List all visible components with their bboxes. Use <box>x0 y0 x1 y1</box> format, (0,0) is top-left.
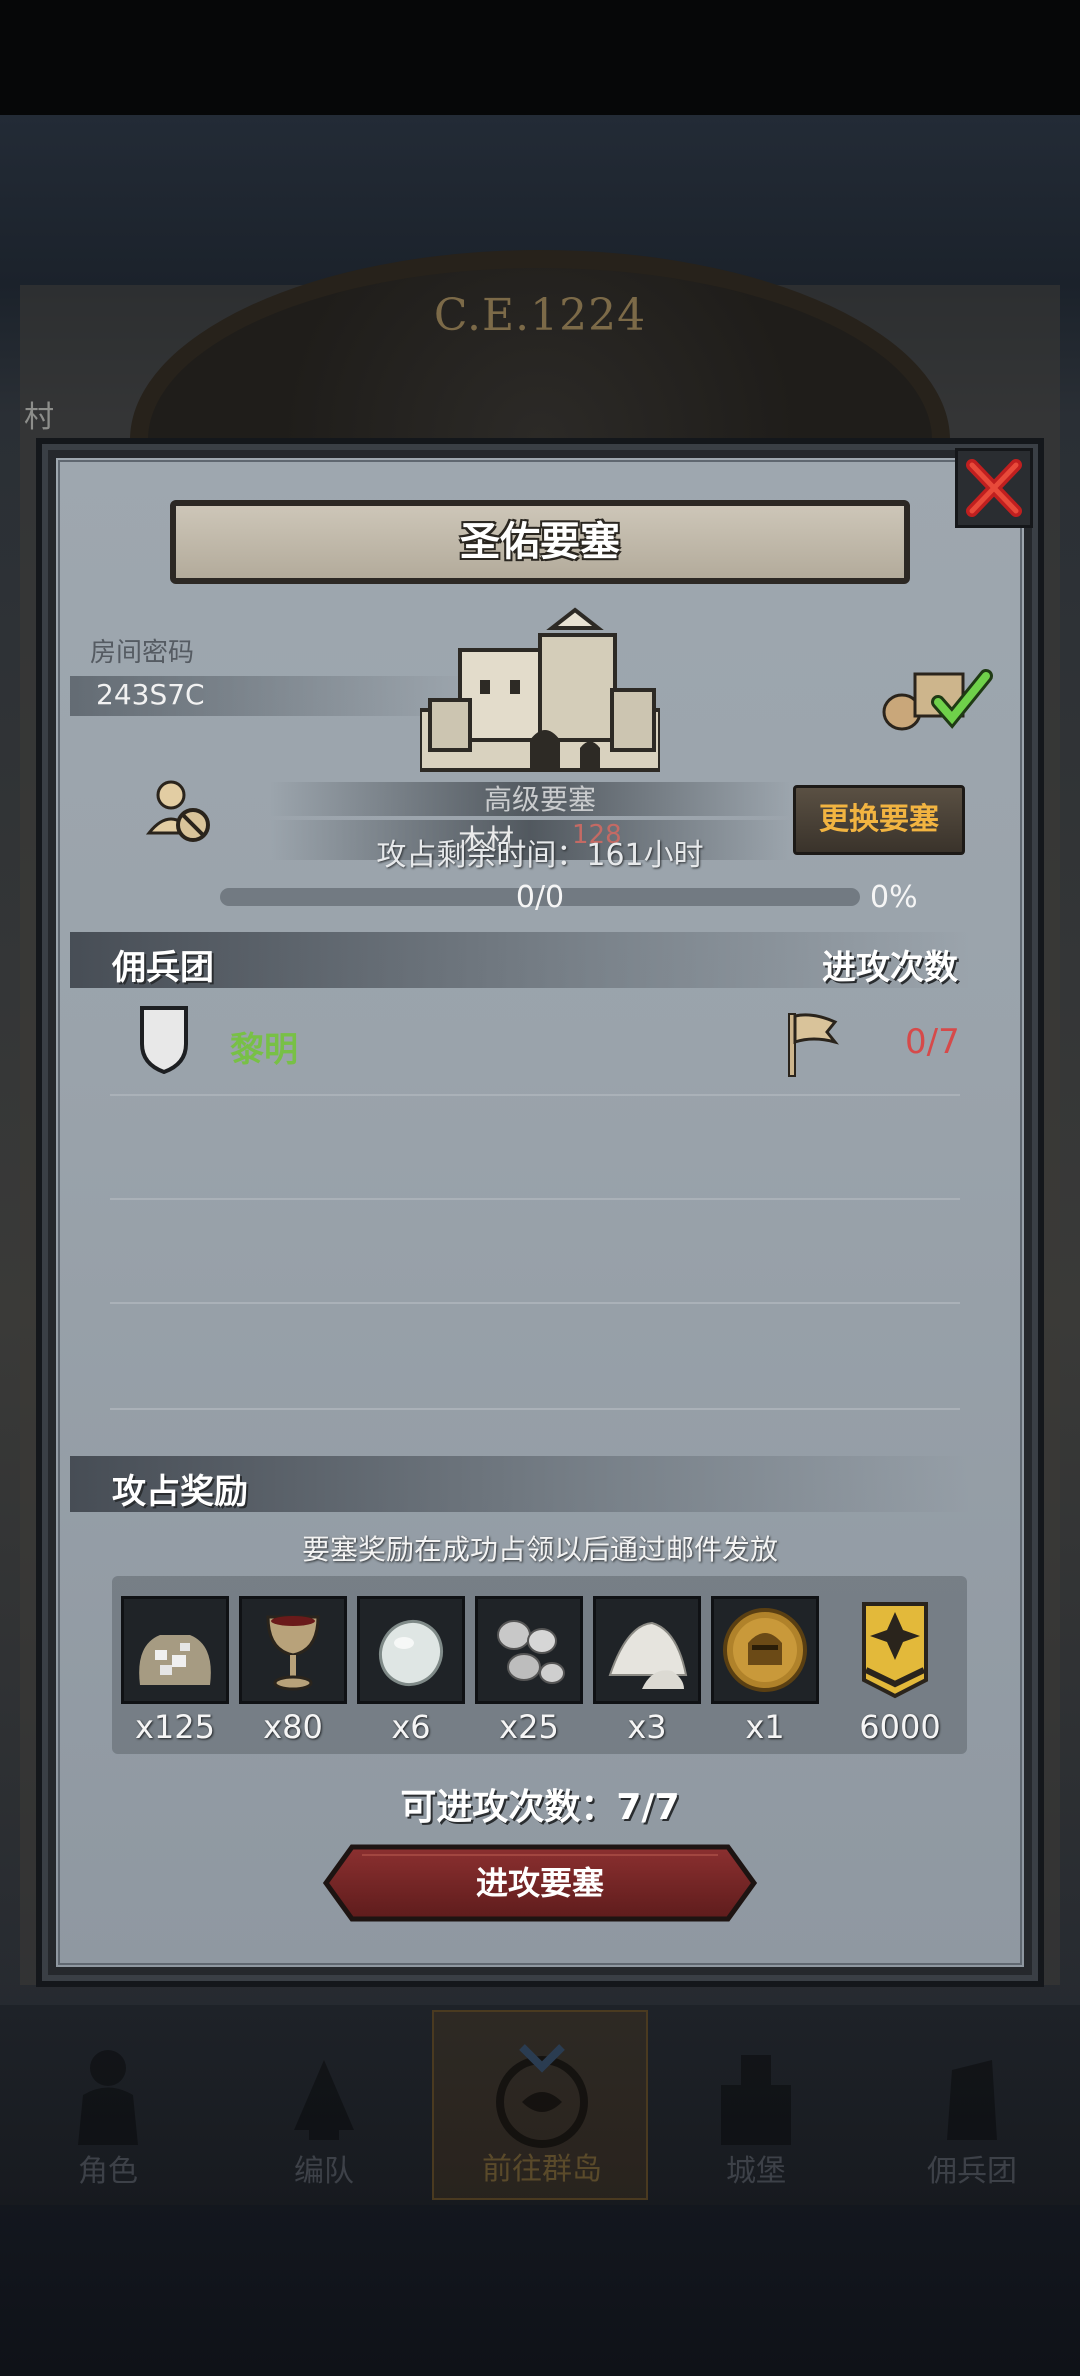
user-blocked-icon[interactable] <box>145 775 215 845</box>
progress-percent: 0% <box>870 880 918 915</box>
formation-icon <box>294 2060 354 2140</box>
nav-formation[interactable]: 编队 <box>216 2010 432 2200</box>
character-icon <box>78 2050 138 2145</box>
attacks-header: 进攻次数 <box>822 948 958 988</box>
nav-islands[interactable]: 前往群岛 <box>432 2010 648 2200</box>
reward-quantity: x80 <box>263 1708 323 1746</box>
mercenary-name[interactable]: 黎明 <box>230 1022 298 1071</box>
reward-quantity: x3 <box>627 1708 667 1746</box>
era-label: C.E.1224 <box>433 290 647 341</box>
knight-helmet-medal-icon <box>723 1608 807 1692</box>
dialog-title: 圣佑要塞 <box>170 500 910 584</box>
resource-check-icon[interactable] <box>880 662 995 732</box>
castle-icon <box>721 2055 791 2145</box>
row-divider <box>110 1302 960 1304</box>
reward-quantity: 6000 <box>859 1708 941 1746</box>
time-remaining: 攻占剩余时间：161小时 <box>376 838 704 873</box>
nav-label: 编队 <box>294 2154 354 2189</box>
white-powder-icon <box>608 1621 688 1689</box>
mercenary-attack-count: 0/7 <box>905 1022 960 1062</box>
row-divider <box>110 1094 960 1096</box>
rank-chevron-icon <box>862 1602 928 1699</box>
attack-fortress-label: 进攻要塞 <box>475 1864 604 1902</box>
mercenary-icon <box>947 2060 997 2140</box>
nav-label: 佣兵团 <box>927 2154 1017 2189</box>
progress-count: 0/0 <box>515 880 565 915</box>
nav-mercenary[interactable]: 佣兵团 <box>864 2010 1080 2200</box>
close-icon <box>966 459 1022 517</box>
reward-header: 攻占奖励 <box>112 1472 248 1512</box>
silver-coins-icon <box>497 1620 565 1684</box>
reward-slot[interactable] <box>357 1596 465 1704</box>
row-divider <box>110 1408 960 1410</box>
change-fortress-button[interactable]: 更换要塞 <box>793 785 965 855</box>
reward-slot[interactable] <box>121 1596 229 1704</box>
reward-quantity: x25 <box>499 1708 559 1746</box>
nav-label: 城堡 <box>726 2154 786 2189</box>
room-password-value[interactable]: 243S7C <box>96 678 205 711</box>
fortress-castle-icon <box>420 607 660 772</box>
top-status-bar <box>0 0 1080 115</box>
goblet-icon <box>266 1615 320 1691</box>
room-password-label: 房间密码 <box>90 638 195 668</box>
reward-quantity: x6 <box>391 1708 431 1746</box>
reward-quantity: x1 <box>745 1708 785 1746</box>
nav-label: 前往群岛 <box>482 2152 602 2187</box>
mercenary-header: 佣兵团 <box>112 948 214 988</box>
background-village-label: 村 <box>24 400 54 435</box>
nav-castle[interactable]: 城堡 <box>648 2010 864 2200</box>
flag-icon <box>788 1013 839 1077</box>
reward-note: 要塞奖励在成功占领以后通过邮件发放 <box>301 1533 778 1566</box>
nav-character[interactable]: 角色 <box>0 2010 216 2200</box>
reward-slot[interactable] <box>593 1596 701 1704</box>
nav-label: 角色 <box>78 2154 138 2189</box>
reward-slot[interactable] <box>475 1596 583 1704</box>
fortress-type: 高级要塞 <box>483 783 596 816</box>
islands-icon <box>496 2044 588 2148</box>
moonstone-icon <box>378 1619 444 1687</box>
row-divider <box>110 1198 960 1200</box>
reward-slot[interactable] <box>239 1596 347 1704</box>
reward-slot[interactable] <box>711 1596 819 1704</box>
close-button[interactable] <box>955 448 1033 528</box>
reward-quantity: x125 <box>134 1708 215 1746</box>
mercenary-emblem-icon <box>140 1006 188 1074</box>
available-attacks: 可进攻次数：7/7 <box>400 1787 680 1828</box>
silver-ore-sack-icon <box>139 1635 211 1685</box>
